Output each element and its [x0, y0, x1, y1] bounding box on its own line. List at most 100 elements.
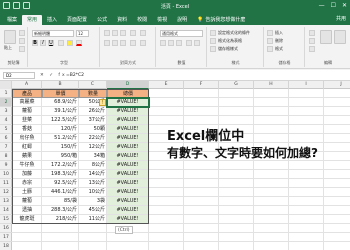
header-cell[interactable]: 產品 [12, 89, 42, 98]
column-header-j[interactable]: J [324, 81, 350, 89]
row-header-10[interactable]: 10 [0, 170, 12, 179]
quantity-cell[interactable]: 8公斤 [79, 161, 107, 170]
product-cell[interactable]: 蘿蔔 [12, 197, 42, 206]
total-cell[interactable]: #VALUE! [107, 197, 149, 206]
total-cell[interactable]: #VALUE! [107, 143, 149, 152]
empty-cell[interactable] [289, 89, 324, 98]
merge-center-icon[interactable] [140, 40, 146, 46]
empty-cell[interactable] [184, 242, 219, 250]
empty-cell[interactable] [289, 98, 324, 107]
maximize-button[interactable]: ☐ [331, 2, 336, 10]
copy-icon[interactable] [19, 38, 25, 44]
align-middle-icon[interactable] [112, 30, 118, 36]
unit-price-cell[interactable]: 122.5/公斤 [42, 116, 79, 125]
empty-cell[interactable] [184, 89, 219, 98]
empty-cell[interactable] [289, 161, 324, 170]
empty-cell[interactable] [289, 197, 324, 206]
tab-page-layout[interactable]: 頁面配置 [62, 15, 92, 25]
column-header-g[interactable]: G [219, 81, 254, 89]
column-header-a[interactable]: A [12, 81, 42, 89]
total-cell[interactable]: #VALUE! [107, 170, 149, 179]
delete-cells-label[interactable]: 刪除 [275, 38, 283, 44]
empty-cell[interactable] [219, 197, 254, 206]
empty-cell[interactable] [149, 89, 184, 98]
empty-cell[interactable] [324, 161, 350, 170]
empty-cell[interactable] [254, 89, 289, 98]
quantity-cell[interactable]: 34箱 [79, 152, 107, 161]
row-header-8[interactable]: 8 [0, 152, 12, 161]
empty-cell[interactable] [254, 170, 289, 179]
quantity-cell[interactable]: 12公斤 [79, 143, 107, 152]
row-header-1[interactable]: 1 [0, 89, 12, 98]
product-cell[interactable]: 土豚 [12, 188, 42, 197]
quantity-cell[interactable]: 14公斤 [79, 170, 107, 179]
empty-cell[interactable] [219, 224, 254, 233]
empty-cell[interactable] [324, 206, 350, 215]
comma-icon[interactable] [176, 40, 182, 46]
minimize-button[interactable]: — [319, 2, 325, 10]
empty-cell[interactable] [254, 116, 289, 125]
quantity-cell[interactable]: 37公斤 [79, 116, 107, 125]
empty-cell[interactable] [254, 98, 289, 107]
quantity-cell[interactable]: 50顆 [79, 125, 107, 134]
empty-cell[interactable] [254, 179, 289, 188]
unit-price-cell[interactable]: 446.1/公斤 [42, 188, 79, 197]
font-size-select[interactable]: 12 [76, 30, 89, 37]
underline-icon[interactable]: U [48, 40, 54, 46]
product-cell[interactable]: 牛仔魚 [12, 161, 42, 170]
total-cell[interactable]: #VALUE! [107, 116, 149, 125]
empty-cell[interactable] [324, 224, 350, 233]
sort-filter-icon[interactable] [320, 30, 332, 44]
italic-icon[interactable]: I [40, 40, 46, 46]
format-painter-icon[interactable] [19, 46, 25, 52]
empty-cell[interactable] [184, 116, 219, 125]
product-cell[interactable]: 高麗菜 [12, 98, 42, 107]
empty-cell[interactable] [219, 161, 254, 170]
empty-cell[interactable] [42, 233, 79, 242]
quantity-cell[interactable]: 13公斤 [79, 179, 107, 188]
row-header-11[interactable]: 11 [0, 179, 12, 188]
product-cell[interactable]: 烏仔魚 [12, 134, 42, 143]
formula-buttons[interactable]: ✕ ✓ fx [40, 72, 67, 79]
empty-cell[interactable] [219, 116, 254, 125]
empty-cell[interactable] [219, 89, 254, 98]
tab-help[interactable]: 說明 [172, 15, 192, 25]
increase-decimal-icon[interactable] [186, 40, 192, 46]
empty-cell[interactable] [254, 215, 289, 224]
tab-review[interactable]: 校閱 [132, 15, 152, 25]
borders-icon[interactable] [58, 40, 64, 46]
align-bottom-icon[interactable] [120, 30, 126, 36]
select-all-corner[interactable] [0, 81, 12, 89]
empty-cell[interactable] [79, 224, 107, 233]
bold-icon[interactable]: B [32, 40, 38, 46]
paste-options-button[interactable]: (Ctrl) [115, 226, 133, 234]
total-cell[interactable]: #VALUE! [107, 206, 149, 215]
product-cell[interactable]: 韭菜 [12, 116, 42, 125]
empty-cell[interactable] [324, 188, 350, 197]
worksheet-grid[interactable]: ABCDEFGHIJ 1 2 3 4 5 6 7 8 9 10 11 12 13 14 15 16 17 18 產… [0, 81, 350, 250]
empty-cell[interactable] [254, 188, 289, 197]
tab-data[interactable]: 資料 [112, 15, 132, 25]
empty-cell[interactable] [184, 224, 219, 233]
quantity-cell[interactable]: 11公斤 [79, 215, 107, 224]
product-cell[interactable]: 蘿蔔 [12, 107, 42, 116]
row-header-14[interactable]: 14 [0, 206, 12, 215]
unit-price-cell[interactable]: 68.9/公斤 [42, 98, 79, 107]
total-cell[interactable]: #VALUE! [107, 179, 149, 188]
total-cell[interactable]: #VALUE! [107, 98, 149, 107]
empty-cell[interactable] [219, 233, 254, 242]
product-cell[interactable]: 龍虎斑 [12, 215, 42, 224]
empty-cell[interactable] [12, 233, 42, 242]
empty-cell[interactable] [184, 170, 219, 179]
row-header-7[interactable]: 7 [0, 143, 12, 152]
unit-price-cell[interactable]: 92.5/公斤 [42, 179, 79, 188]
fill-color-icon[interactable] [67, 40, 73, 46]
currency-icon[interactable] [160, 40, 166, 46]
row-header-9[interactable]: 9 [0, 161, 12, 170]
empty-cell[interactable] [289, 215, 324, 224]
empty-cell[interactable] [254, 242, 289, 250]
align-center-icon[interactable] [112, 40, 118, 46]
empty-cell[interactable] [149, 197, 184, 206]
align-right-icon[interactable] [120, 40, 126, 46]
total-cell[interactable]: #VALUE! [107, 161, 149, 170]
